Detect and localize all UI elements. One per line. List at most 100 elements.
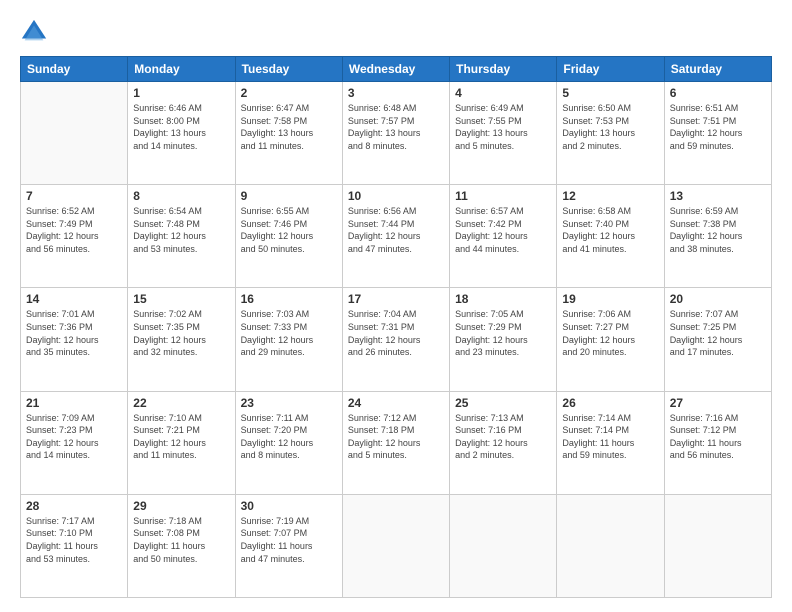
day-cell: 21Sunrise: 7:09 AM Sunset: 7:23 PM Dayli… [21, 391, 128, 494]
day-cell: 27Sunrise: 7:16 AM Sunset: 7:12 PM Dayli… [664, 391, 771, 494]
day-info: Sunrise: 6:46 AM Sunset: 8:00 PM Dayligh… [133, 102, 229, 152]
day-info: Sunrise: 7:06 AM Sunset: 7:27 PM Dayligh… [562, 308, 658, 358]
col-header-monday: Monday [128, 57, 235, 82]
logo [20, 18, 52, 46]
day-cell: 22 Sunrise: 7:10 AM Sunset: 7:21 PM Dayli… [128, 391, 235, 494]
day-number: 9 [241, 189, 337, 203]
col-header-tuesday: Tuesday [235, 57, 342, 82]
day-cell: 13Sunrise: 6:59 AM Sunset: 7:38 PM Dayli… [664, 185, 771, 288]
day-cell [450, 494, 557, 597]
calendar-table: SundayMondayTuesdayWednesdayThursdayFrid… [20, 56, 772, 598]
day-cell: 19 Sunrise: 7:06 AM Sunset: 7:27 PM Dayli… [557, 288, 664, 391]
day-info: Sunrise: 6:52 AM Sunset: 7:49 PM Dayligh… [26, 205, 122, 255]
day-cell: 11 Sunrise: 6:57 AM Sunset: 7:42 PM Dayli… [450, 185, 557, 288]
week-row-4: 28Sunrise: 7:17 AM Sunset: 7:10 PM Dayli… [21, 494, 772, 597]
day-cell: 30 Sunrise: 7:19 AM Sunset: 7:07 PM Dayli… [235, 494, 342, 597]
day-number: 5 [562, 86, 658, 100]
day-cell: 6 Sunrise: 6:51 AM Sunset: 7:51 PM Daylig… [664, 82, 771, 185]
header [20, 18, 772, 46]
day-number: 18 [455, 292, 551, 306]
day-info: Sunrise: 7:17 AM Sunset: 7:10 PM Dayligh… [26, 515, 122, 565]
day-info: Sunrise: 6:55 AM Sunset: 7:46 PM Dayligh… [241, 205, 337, 255]
day-cell: 10 Sunrise: 6:56 AM Sunset: 7:44 PM Dayli… [342, 185, 449, 288]
day-cell: 28Sunrise: 7:17 AM Sunset: 7:10 PM Dayli… [21, 494, 128, 597]
week-row-1: 7 Sunrise: 6:52 AM Sunset: 7:49 PM Daylig… [21, 185, 772, 288]
week-row-3: 21Sunrise: 7:09 AM Sunset: 7:23 PM Dayli… [21, 391, 772, 494]
day-info: Sunrise: 7:05 AM Sunset: 7:29 PM Dayligh… [455, 308, 551, 358]
day-cell [557, 494, 664, 597]
day-number: 3 [348, 86, 444, 100]
day-cell [21, 82, 128, 185]
day-number: 22 [133, 396, 229, 410]
day-info: Sunrise: 6:51 AM Sunset: 7:51 PM Dayligh… [670, 102, 766, 152]
day-info: Sunrise: 6:49 AM Sunset: 7:55 PM Dayligh… [455, 102, 551, 152]
day-cell: 14 Sunrise: 7:01 AM Sunset: 7:36 PM Dayli… [21, 288, 128, 391]
day-info: Sunrise: 6:54 AM Sunset: 7:48 PM Dayligh… [133, 205, 229, 255]
day-number: 8 [133, 189, 229, 203]
day-number: 10 [348, 189, 444, 203]
calendar-body: 1 Sunrise: 6:46 AM Sunset: 8:00 PM Daylig… [21, 82, 772, 598]
day-number: 24 [348, 396, 444, 410]
day-cell: 20 Sunrise: 7:07 AM Sunset: 7:25 PM Dayli… [664, 288, 771, 391]
day-cell: 18 Sunrise: 7:05 AM Sunset: 7:29 PM Dayli… [450, 288, 557, 391]
day-number: 29 [133, 499, 229, 513]
day-cell: 5 Sunrise: 6:50 AM Sunset: 7:53 PM Daylig… [557, 82, 664, 185]
day-info: Sunrise: 7:14 AM Sunset: 7:14 PM Dayligh… [562, 412, 658, 462]
day-info: Sunrise: 7:07 AM Sunset: 7:25 PM Dayligh… [670, 308, 766, 358]
day-number: 12 [562, 189, 658, 203]
day-cell: 2Sunrise: 6:47 AM Sunset: 7:58 PM Daylig… [235, 82, 342, 185]
day-number: 15 [133, 292, 229, 306]
day-cell [664, 494, 771, 597]
day-cell: 12 Sunrise: 6:58 AM Sunset: 7:40 PM Dayli… [557, 185, 664, 288]
day-number: 2 [241, 86, 337, 100]
day-cell: 4 Sunrise: 6:49 AM Sunset: 7:55 PM Daylig… [450, 82, 557, 185]
col-header-sunday: Sunday [21, 57, 128, 82]
day-number: 23 [241, 396, 337, 410]
day-info: Sunrise: 7:02 AM Sunset: 7:35 PM Dayligh… [133, 308, 229, 358]
day-info: Sunrise: 7:11 AM Sunset: 7:20 PM Dayligh… [241, 412, 337, 462]
day-cell: 25Sunrise: 7:13 AM Sunset: 7:16 PM Dayli… [450, 391, 557, 494]
day-number: 1 [133, 86, 229, 100]
day-info: Sunrise: 7:10 AM Sunset: 7:21 PM Dayligh… [133, 412, 229, 462]
logo-icon [20, 18, 48, 46]
calendar-header: SundayMondayTuesdayWednesdayThursdayFrid… [21, 57, 772, 82]
day-number: 6 [670, 86, 766, 100]
day-cell: 1 Sunrise: 6:46 AM Sunset: 8:00 PM Daylig… [128, 82, 235, 185]
day-info: Sunrise: 7:12 AM Sunset: 7:18 PM Dayligh… [348, 412, 444, 462]
day-cell: 16Sunrise: 7:03 AM Sunset: 7:33 PM Dayli… [235, 288, 342, 391]
day-number: 17 [348, 292, 444, 306]
day-info: Sunrise: 7:04 AM Sunset: 7:31 PM Dayligh… [348, 308, 444, 358]
day-info: Sunrise: 6:56 AM Sunset: 7:44 PM Dayligh… [348, 205, 444, 255]
col-header-saturday: Saturday [664, 57, 771, 82]
header-row: SundayMondayTuesdayWednesdayThursdayFrid… [21, 57, 772, 82]
day-info: Sunrise: 7:18 AM Sunset: 7:08 PM Dayligh… [133, 515, 229, 565]
day-info: Sunrise: 6:57 AM Sunset: 7:42 PM Dayligh… [455, 205, 551, 255]
day-cell: 29 Sunrise: 7:18 AM Sunset: 7:08 PM Dayli… [128, 494, 235, 597]
day-number: 4 [455, 86, 551, 100]
day-info: Sunrise: 7:13 AM Sunset: 7:16 PM Dayligh… [455, 412, 551, 462]
day-cell: 3Sunrise: 6:48 AM Sunset: 7:57 PM Daylig… [342, 82, 449, 185]
day-number: 30 [241, 499, 337, 513]
day-number: 13 [670, 189, 766, 203]
day-number: 20 [670, 292, 766, 306]
day-number: 14 [26, 292, 122, 306]
day-cell: 9 Sunrise: 6:55 AM Sunset: 7:46 PM Daylig… [235, 185, 342, 288]
week-row-2: 14 Sunrise: 7:01 AM Sunset: 7:36 PM Dayli… [21, 288, 772, 391]
day-info: Sunrise: 7:19 AM Sunset: 7:07 PM Dayligh… [241, 515, 337, 565]
day-cell: 23 Sunrise: 7:11 AM Sunset: 7:20 PM Dayli… [235, 391, 342, 494]
day-cell: 7 Sunrise: 6:52 AM Sunset: 7:49 PM Daylig… [21, 185, 128, 288]
col-header-thursday: Thursday [450, 57, 557, 82]
day-info: Sunrise: 6:58 AM Sunset: 7:40 PM Dayligh… [562, 205, 658, 255]
day-number: 11 [455, 189, 551, 203]
day-cell: 8 Sunrise: 6:54 AM Sunset: 7:48 PM Daylig… [128, 185, 235, 288]
day-number: 26 [562, 396, 658, 410]
day-number: 27 [670, 396, 766, 410]
day-number: 7 [26, 189, 122, 203]
day-info: Sunrise: 7:09 AM Sunset: 7:23 PM Dayligh… [26, 412, 122, 462]
day-number: 19 [562, 292, 658, 306]
day-cell: 24 Sunrise: 7:12 AM Sunset: 7:18 PM Dayli… [342, 391, 449, 494]
day-info: Sunrise: 7:01 AM Sunset: 7:36 PM Dayligh… [26, 308, 122, 358]
day-info: Sunrise: 6:50 AM Sunset: 7:53 PM Dayligh… [562, 102, 658, 152]
week-row-0: 1 Sunrise: 6:46 AM Sunset: 8:00 PM Daylig… [21, 82, 772, 185]
day-info: Sunrise: 7:03 AM Sunset: 7:33 PM Dayligh… [241, 308, 337, 358]
